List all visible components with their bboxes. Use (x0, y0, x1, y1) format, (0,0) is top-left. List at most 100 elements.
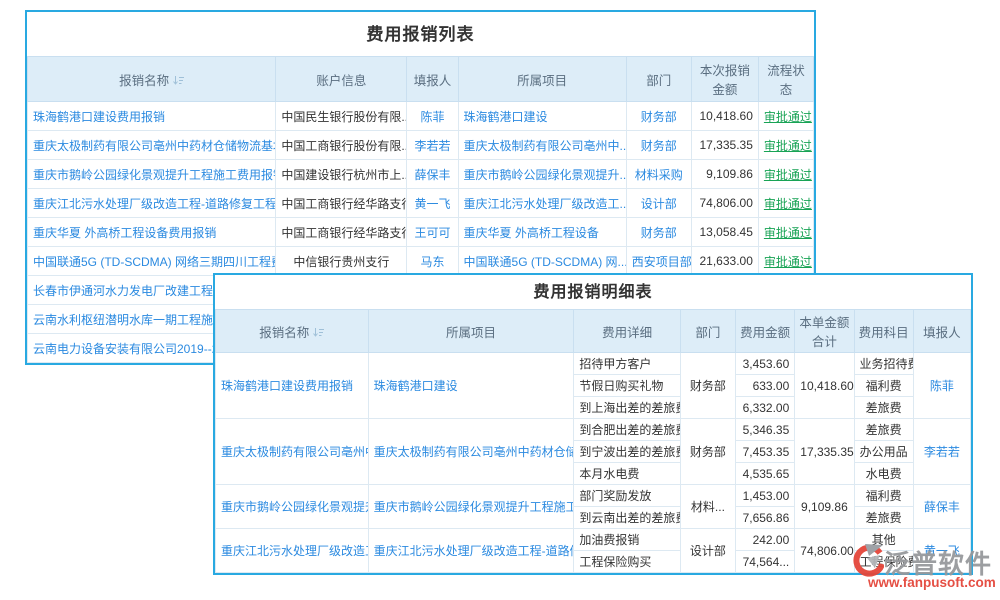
expense-category-cell: 业务招待费 (854, 353, 913, 375)
column-label: 费用金额 (740, 326, 790, 340)
list-header-col-name[interactable]: 报销名称 (28, 57, 276, 102)
detail-header-col-name[interactable]: 报销名称 (216, 310, 369, 353)
detail-reporter-link[interactable]: 陈菲 (913, 353, 970, 419)
detail-row: 珠海鹤港口建设费用报销珠海鹤港口建设招待甲方客户财务部3,453.6010,41… (216, 353, 971, 375)
detail-dept-cell: 财务部 (680, 353, 735, 419)
list-header-col-amount: 本次报销金额 (691, 57, 758, 102)
column-label: 所属项目 (517, 74, 567, 88)
group-total-cell: 9,109.86 (795, 485, 854, 529)
detail-project-link[interactable]: 重庆市鹅岭公园绿化景观提升工程施工 (368, 485, 574, 529)
reporter-link[interactable]: 陈菲 (407, 102, 458, 131)
expense-name-link[interactable]: 中国联通5G (TD-SCDMA) 网络三期四川工程费... (28, 247, 276, 276)
expense-item-cell: 部门奖励发放 (574, 485, 680, 507)
reporter-link[interactable]: 黄一飞 (407, 189, 458, 218)
detail-header-col-category: 费用科目 (854, 310, 913, 353)
status-link[interactable]: 审批通过 (758, 218, 813, 247)
expense-detail-table: 报销名称 所属项目 费用详细 部门费用金额本单金额合计费用科目填报人 珠海鹤港口建设费… (215, 309, 971, 573)
project-link[interactable]: 重庆太极制药有限公司亳州中... (458, 131, 626, 160)
detail-project-link[interactable]: 重庆江北污水处理厂级改造工程-道路修复工程 (368, 529, 574, 573)
group-total-cell: 10,418.60 (795, 353, 854, 419)
expense-item-cell: 到合肥出差的差旅费 (574, 419, 680, 441)
column-label: 部门 (646, 74, 671, 88)
detail-reporter-link[interactable]: 李若若 (913, 419, 970, 485)
detail-dept-cell: 材料... (680, 485, 735, 529)
dept-link[interactable]: 材料采购 (626, 160, 691, 189)
reporter-link[interactable]: 王可可 (407, 218, 458, 247)
detail-dept-cell: 财务部 (680, 419, 735, 485)
list-row: 重庆太极制药有限公司亳州中药材仓储物流基地项...中国工商银行股份有限...李若… (28, 131, 814, 160)
expense-name-link[interactable]: 珠海鹤港口建设费用报销 (28, 102, 276, 131)
detail-header-col-reporter: 填报人 (913, 310, 970, 353)
project-link[interactable]: 中国联通5G (TD-SCDMA) 网... (458, 247, 626, 276)
item-amount-cell: 6,332.00 (736, 397, 795, 419)
item-amount-cell: 1,453.00 (736, 485, 795, 507)
status-link[interactable]: 审批通过 (758, 189, 813, 218)
column-label: 费用详细 (602, 326, 652, 340)
detail-dept-cell: 设计部 (680, 529, 735, 573)
expense-name-link[interactable]: 重庆江北污水处理厂级改造工程-道路修复工程费用... (28, 189, 276, 218)
item-amount-cell: 5,346.35 (736, 419, 795, 441)
expense-name-link[interactable]: 重庆市鹅岭公园绿化景观提升工程施工费用报销 (28, 160, 276, 189)
reporter-link[interactable]: 薛保丰 (407, 160, 458, 189)
status-link[interactable]: 审批通过 (758, 102, 813, 131)
list-row: 珠海鹤港口建设费用报销中国民生银行股份有限...陈菲珠海鹤港口建设财务部10,4… (28, 102, 814, 131)
detail-project-link[interactable]: 珠海鹤港口建设 (368, 353, 574, 419)
item-amount-cell: 7,453.35 (736, 441, 795, 463)
detail-reporter-link[interactable]: 薛保丰 (913, 485, 970, 529)
detail-project-link[interactable]: 重庆太极制药有限公司亳州中药材仓储物流 (368, 419, 574, 485)
expense-category-cell: 福利费 (854, 485, 913, 507)
detail-header-col-amount: 费用金额 (736, 310, 795, 353)
detail-expense-name-link[interactable]: 重庆市鹅岭公园绿化景观提升工程施 (216, 485, 369, 529)
status-link[interactable]: 审批通过 (758, 160, 813, 189)
amount-cell: 21,633.00 (691, 247, 758, 276)
project-link[interactable]: 重庆江北污水处理厂级改造工... (458, 189, 626, 218)
amount-cell: 13,058.45 (691, 218, 758, 247)
dept-link[interactable]: 财务部 (626, 218, 691, 247)
dept-link[interactable]: 财务部 (626, 131, 691, 160)
expense-item-cell: 本月水电费 (574, 463, 680, 485)
expense-category-cell: 差旅费 (854, 507, 913, 529)
detail-expense-name-link[interactable]: 珠海鹤港口建设费用报销 (216, 353, 369, 419)
reporter-link[interactable]: 马东 (407, 247, 458, 276)
detail-row: 重庆太极制药有限公司亳州中药材重庆太极制药有限公司亳州中药材仓储物流到合肥出差的… (216, 419, 971, 441)
project-link[interactable]: 珠海鹤港口建设 (458, 102, 626, 131)
item-amount-cell: 3,453.60 (736, 353, 795, 375)
header-row: 报销名称 所属项目 费用详细 部门费用金额本单金额合计费用科目填报人 (216, 310, 971, 353)
expense-name-link[interactable]: 重庆华夏 外高桥工程设备费用报销 (28, 218, 276, 247)
item-amount-cell: 4,535.65 (736, 463, 795, 485)
column-label: 填报人 (414, 74, 452, 88)
list-row: 重庆市鹅岭公园绿化景观提升工程施工费用报销中国建设银行杭州市上...薛保丰重庆市… (28, 160, 814, 189)
detail-expense-name-link[interactable]: 重庆江北污水处理厂级改造工程-道 (216, 529, 369, 573)
detail-expense-name-link[interactable]: 重庆太极制药有限公司亳州中药材 (216, 419, 369, 485)
project-link[interactable]: 重庆市鹅岭公园绿化景观提升... (458, 160, 626, 189)
project-link[interactable]: 重庆华夏 外高桥工程设备 (458, 218, 626, 247)
detail-header-col-project: 所属项目 (368, 310, 574, 353)
item-amount-cell: 242.00 (736, 529, 795, 551)
detail-header-col-total: 本单金额合计 (795, 310, 854, 353)
expense-item-cell: 到宁波出差的差旅费 (574, 441, 680, 463)
item-amount-cell: 7,656.86 (736, 507, 795, 529)
group-total-cell: 74,806.00 (795, 529, 854, 573)
dept-link[interactable]: 财务部 (626, 102, 691, 131)
column-label: 账户信息 (316, 74, 366, 88)
amount-cell: 74,806.00 (691, 189, 758, 218)
list-header-col-account: 账户信息 (276, 57, 407, 102)
column-label: 报销名称 (259, 326, 309, 340)
detail-header-col-dept: 部门 (680, 310, 735, 353)
reporter-link[interactable]: 李若若 (407, 131, 458, 160)
expense-category-cell: 差旅费 (854, 397, 913, 419)
status-link[interactable]: 审批通过 (758, 131, 813, 160)
expense-name-link[interactable]: 重庆太极制药有限公司亳州中药材仓储物流基地项... (28, 131, 276, 160)
account-cell: 中信银行贵州支行 (276, 247, 407, 276)
dept-link[interactable]: 设计部 (626, 189, 691, 218)
column-label: 流程状态 (767, 64, 805, 97)
expense-item-cell: 招待甲方客户 (574, 353, 680, 375)
dept-link[interactable]: 西安项目部 (626, 247, 691, 276)
column-label: 所属项目 (446, 326, 496, 340)
list-row: 重庆华夏 外高桥工程设备费用报销中国工商银行经华路支行王可可重庆华夏 外高桥工程… (28, 218, 814, 247)
expense-category-cell: 差旅费 (854, 419, 913, 441)
list-row: 中国联通5G (TD-SCDMA) 网络三期四川工程费...中信银行贵州支行马东… (28, 247, 814, 276)
column-label: 报销名称 (119, 74, 169, 88)
expense-category-cell: 福利费 (854, 375, 913, 397)
status-link[interactable]: 审批通过 (758, 247, 813, 276)
